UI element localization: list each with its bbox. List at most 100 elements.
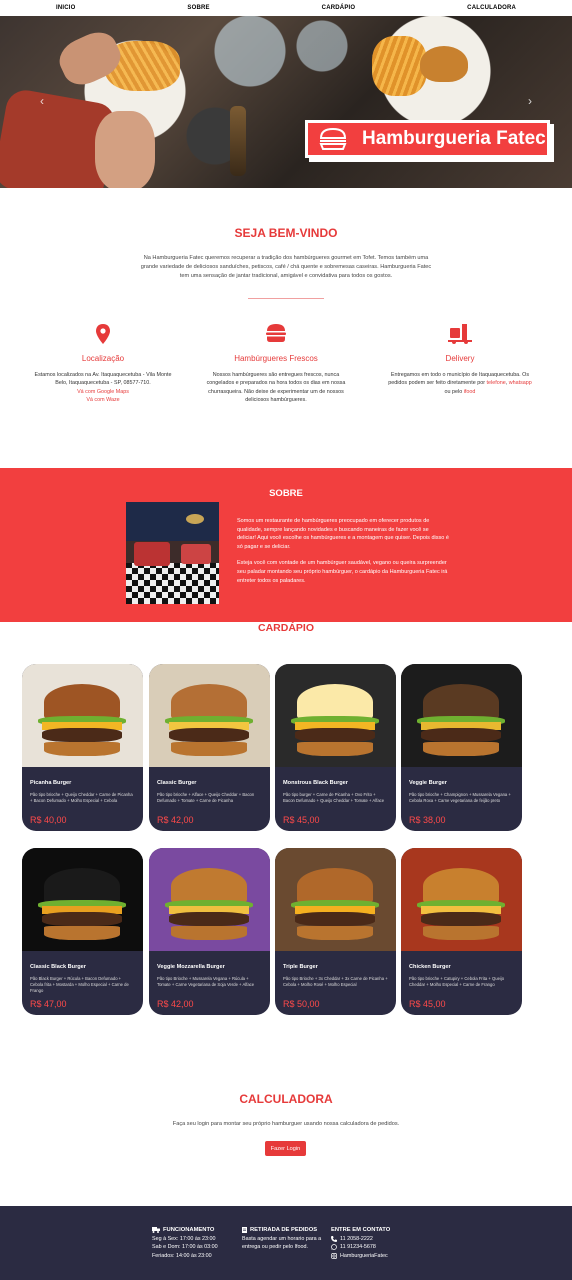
waze-link[interactable]: Vá com Waze — [86, 397, 119, 403]
hero-photo-fries — [372, 36, 427, 96]
menu-card[interactable]: Veggie Mozzarella Burger Pão tipo Brioche… — [149, 848, 270, 1015]
menu-card[interactable]: Veggie Burger Pão tipo brioche + Champign… — [401, 664, 522, 831]
menu-item-name: Veggie Burger — [409, 780, 447, 786]
menu-item-price: R$ 40,00 — [30, 815, 67, 825]
menu-item-name: Veggie Mozzarella Burger — [157, 964, 225, 970]
menu-item-price: R$ 38,00 — [409, 815, 446, 825]
receipt-icon — [242, 1227, 247, 1234]
truck-icon — [152, 1227, 160, 1234]
map-pin-icon — [96, 324, 110, 344]
footer-whatsapp[interactable]: 11 91234-5678 — [331, 1243, 421, 1252]
ifood-link[interactable]: ifood — [464, 389, 476, 395]
footer: FUNCIONAMENTO Seg à Sex: 17:00 às 23:00 … — [0, 1206, 572, 1280]
menu-item-name: Picanha Burger — [30, 780, 72, 786]
hero-title: Hamburgueria Fatec — [362, 128, 546, 149]
feature-title: Localização — [81, 354, 125, 363]
whatsapp-link[interactable]: whatsapp — [509, 380, 532, 386]
footer-contact-title: ENTRE EM CONTATO — [331, 1227, 391, 1233]
footer-phone[interactable]: 11 2058-2222 — [331, 1235, 421, 1244]
nav-cardapio[interactable]: CARDÁPIO — [322, 5, 356, 11]
hero-brand-badge: Hamburgueria Fatec — [305, 120, 550, 158]
burger-photo — [22, 664, 143, 767]
delivery-icon — [448, 324, 472, 344]
menu-item-description: Pão tipo brioche + Champignon + Mussarel… — [409, 792, 511, 804]
footer-pickup: RETIRADA DE PEDIDOS Basta agendar um hor… — [242, 1226, 322, 1252]
menu-item-description: Pão tipo burger + Carne de Picanha + Ovo… — [283, 792, 385, 804]
footer-hours-line: Feriados: 14:00 às 23:00 — [152, 1252, 212, 1259]
menu-item-price: R$ 42,00 — [157, 815, 194, 825]
welcome-text: Na Hamburgueria Fatec queremos recuperar… — [140, 255, 432, 279]
burger-photo — [401, 664, 522, 767]
feature-text: Estamos localizados na Av. Itaquaquecetu… — [34, 372, 172, 387]
menu-item-description: Pão Black Burger + Rúcula + Bacon Defuma… — [30, 976, 129, 994]
feature-fresh-burgers: Hambúrgueres Frescos Nossos hambúrgueres… — [201, 324, 351, 405]
google-maps-link[interactable]: Vá com Google Maps — [77, 389, 129, 395]
about-paragraph: Somos um restaurante de hambúrgueres pre… — [237, 518, 449, 550]
footer-pickup-title: RETIRADA DE PEDIDOS — [250, 1227, 318, 1233]
top-nav: INICIO SOBRE CARDÁPIO CALCULADORA — [0, 0, 572, 16]
menu-item-price: R$ 47,00 — [30, 999, 67, 1009]
menu-item-name: Monstrous Black Burger — [283, 780, 348, 786]
burger-photo — [401, 848, 522, 951]
hero-photo-hand — [95, 111, 155, 188]
hamburger-icon — [266, 324, 286, 342]
burger-photo — [275, 664, 396, 767]
feature-text: Entregamos em todo o município de Itaqua… — [388, 372, 532, 395]
restaurant-photo — [126, 502, 219, 604]
section-divider — [248, 298, 324, 299]
hero-carousel: ‹ › Hamburgueria Fatec — [0, 16, 572, 188]
menu-item-name: Triple Burger — [283, 964, 318, 970]
calculator-text: Faça seu login para montar seu próprio h… — [172, 1121, 400, 1127]
footer-contact: ENTRE EM CONTATO 11 2058-2222 11 91234-5… — [331, 1226, 421, 1260]
feature-title: Hambúrgueres Frescos — [234, 354, 318, 363]
menu-item-description: Pão tipo brioche + Catupiry + Cebola Fri… — [409, 976, 505, 988]
footer-hours: FUNCIONAMENTO Seg à Sex: 17:00 às 23:00 … — [152, 1226, 237, 1260]
footer-hours-line: Seg à Sex: 17:00 às 23:00 — [152, 1235, 216, 1242]
menu-item-description: Pão tipo Brioche + 3x Cheddar + 3x Carne… — [283, 976, 388, 988]
whatsapp-icon — [331, 1244, 337, 1251]
hero-photo-bottle — [230, 106, 246, 176]
burger-photo — [275, 848, 396, 951]
phone-link[interactable]: telefone — [487, 380, 506, 386]
phone-icon — [331, 1235, 337, 1242]
feature-delivery: Delivery Entregamos em todo o município … — [385, 324, 535, 396]
menu-card[interactable]: Picanha Burger Pão tipo brioche + Queijo … — [22, 664, 143, 831]
footer-instagram[interactable]: HamburgueriaFatec — [331, 1252, 421, 1261]
footer-hours-title: FUNCIONAMENTO — [163, 1227, 215, 1233]
menu-item-price: R$ 45,00 — [409, 999, 446, 1009]
about-title: SOBRE — [269, 488, 303, 499]
menu-item-description: Pão tipo brioche + Alface + Queijo Chedd… — [157, 792, 255, 804]
nav-inicio[interactable]: INICIO — [56, 5, 76, 11]
menu-item-price: R$ 42,00 — [157, 999, 194, 1009]
about-paragraph: Esteja você com vontade de um hambúrguer… — [237, 560, 448, 584]
login-button[interactable]: Fazer Login — [265, 1141, 306, 1156]
menu-card[interactable]: Classic Burger Pão tipo brioche + Alface … — [149, 664, 270, 831]
menu-card[interactable]: Monstrous Black Burger Pão tipo burger + … — [275, 664, 396, 831]
footer-pickup-text: Basta agendar um horario para a entrega … — [242, 1235, 322, 1251]
burger-photo — [149, 848, 270, 951]
about-text: Somos um restaurante de hambúrgueres pre… — [237, 517, 449, 585]
burger-photo — [22, 848, 143, 951]
menu-item-name: Chicken Burger — [409, 964, 451, 970]
feature-title: Delivery — [445, 354, 475, 363]
nav-sobre[interactable]: SOBRE — [187, 5, 209, 11]
menu-item-name: Classic Black Burger — [30, 964, 86, 970]
burger-logo-icon — [319, 128, 347, 150]
nav-calculadora[interactable]: CALCULADORA — [467, 5, 516, 11]
menu-title: CARDÁPIO — [257, 622, 314, 634]
menu-card[interactable]: Chicken Burger Pão tipo brioche + Catupir… — [401, 848, 522, 1015]
feature-text: Nossos hambúrgueres são entregues fresco… — [206, 372, 346, 404]
feature-location: Localização Estamos localizados na Av. I… — [28, 324, 178, 405]
menu-card[interactable]: Classic Black Burger Pão Black Burger + R… — [22, 848, 143, 1015]
menu-item-price: R$ 50,00 — [283, 999, 320, 1009]
menu-item-description: Pão tipo Brioche + Mussarela Vegana + Rú… — [157, 976, 255, 988]
footer-hours-line: Sab e Dom: 17:00 às 03:00 — [152, 1244, 218, 1251]
carousel-next-icon[interactable]: › — [528, 94, 532, 108]
welcome-title: SEJA BEM-VINDO — [234, 226, 338, 240]
menu-card[interactable]: Triple Burger Pão tipo Brioche + 3x Chedd… — [275, 848, 396, 1015]
burger-photo — [149, 664, 270, 767]
carousel-prev-icon[interactable]: ‹ — [40, 94, 44, 108]
menu-item-price: R$ 45,00 — [283, 815, 320, 825]
calculator-title: CALCULADORA — [239, 1092, 333, 1106]
instagram-icon — [331, 1253, 337, 1260]
